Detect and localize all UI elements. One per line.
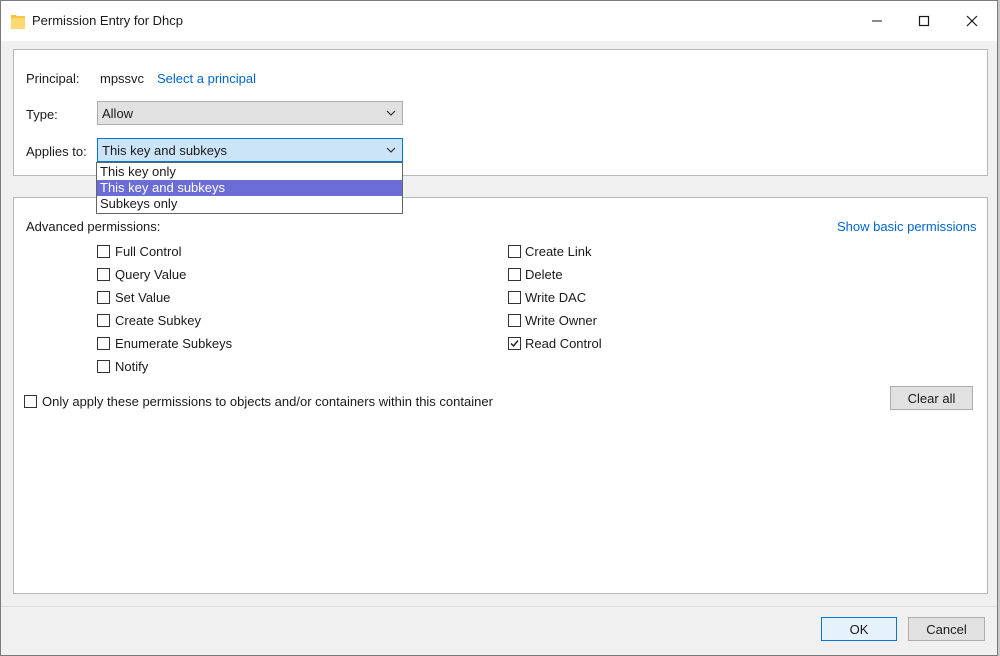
permission-entry-window: Permission Entry for Dhcp Principal: mps… <box>0 0 998 656</box>
maximize-button[interactable] <box>900 1 948 41</box>
query-value-checkbox[interactable] <box>97 268 110 281</box>
set-value-label: Set Value <box>115 290 171 305</box>
folder-icon <box>11 13 25 29</box>
type-select[interactable]: Allow <box>97 101 403 125</box>
notify-checkbox[interactable] <box>97 360 110 373</box>
only-apply-checkbox[interactable] <box>24 395 37 408</box>
create-link-label: Create Link <box>525 244 592 259</box>
footer-separator <box>1 606 997 607</box>
type-select-value: Allow <box>102 106 134 121</box>
chevron-down-icon <box>386 147 396 153</box>
enumerate-subkeys-label: Enumerate Subkeys <box>115 336 233 351</box>
chevron-down-icon <box>386 110 396 116</box>
cancel-button[interactable]: Cancel <box>908 617 985 641</box>
read-control-label: Read Control <box>525 336 602 351</box>
query-value-label: Query Value <box>115 267 187 282</box>
set-value-checkbox[interactable] <box>97 291 110 304</box>
write-dac-checkbox[interactable] <box>508 291 521 304</box>
notify-label: Notify <box>115 359 149 374</box>
dropdown-option-this-key-and-subkeys[interactable]: This key and subkeys <box>97 180 402 196</box>
window-title: Permission Entry for Dhcp <box>32 13 183 28</box>
create-link-checkbox[interactable] <box>508 245 521 258</box>
applies-to-label: Applies to: <box>26 144 87 159</box>
enumerate-subkeys-checkbox[interactable] <box>97 337 110 350</box>
delete-label: Delete <box>525 267 563 282</box>
only-apply-label: Only apply these permissions to objects … <box>42 394 493 409</box>
checkmark-icon <box>510 340 519 348</box>
principal-value: mpssvc <box>100 71 145 86</box>
type-label: Type: <box>26 107 58 122</box>
maximize-icon <box>918 15 930 27</box>
advanced-permissions-label: Advanced permissions: <box>26 219 161 234</box>
show-basic-permissions-link[interactable]: Show basic permissions <box>837 219 976 234</box>
full-control-checkbox[interactable] <box>97 245 110 258</box>
read-control-checkbox[interactable] <box>508 337 521 350</box>
minimize-button[interactable] <box>853 1 901 41</box>
applies-to-dropdown-list: This key only This key and subkeys Subke… <box>96 162 403 214</box>
title-bar: Permission Entry for Dhcp <box>1 1 997 41</box>
dropdown-option-this-key-only[interactable]: This key only <box>97 164 402 180</box>
write-owner-checkbox[interactable] <box>508 314 521 327</box>
principal-panel: Principal: mpssvc Select a principal Typ… <box>13 49 988 176</box>
dropdown-option-subkeys-only[interactable]: Subkeys only <box>97 196 402 212</box>
principal-label: Principal: <box>26 71 80 86</box>
write-owner-label: Write Owner <box>525 313 597 328</box>
close-icon <box>966 15 978 27</box>
create-subkey-checkbox[interactable] <box>97 314 110 327</box>
clear-all-button[interactable]: Clear all <box>890 386 973 410</box>
minimize-icon <box>872 20 882 22</box>
advanced-permissions-panel: Advanced permissions: Show basic permiss… <box>13 197 988 594</box>
applies-to-select-value: This key and subkeys <box>102 143 228 158</box>
delete-checkbox[interactable] <box>508 268 521 281</box>
ok-button[interactable]: OK <box>821 617 897 641</box>
full-control-label: Full Control <box>115 244 182 259</box>
select-principal-link[interactable]: Select a principal <box>157 71 256 86</box>
applies-to-select[interactable]: This key and subkeys <box>97 138 403 162</box>
close-button[interactable] <box>948 1 996 41</box>
create-subkey-label: Create Subkey <box>115 313 201 328</box>
write-dac-label: Write DAC <box>525 290 587 305</box>
